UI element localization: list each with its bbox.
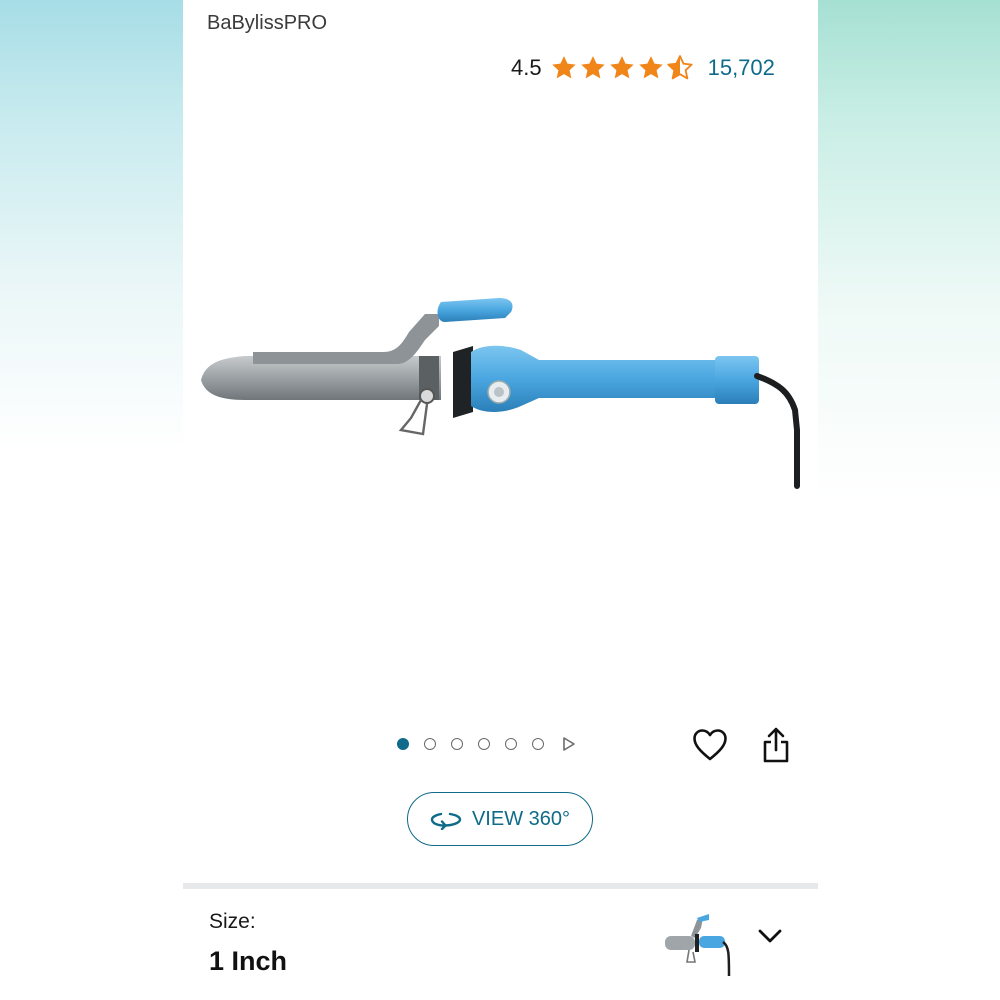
size-label: Size:: [209, 910, 256, 933]
carousel-dot[interactable]: [424, 738, 436, 750]
star-icon: [609, 56, 634, 79]
size-option-thumbnail[interactable]: [661, 906, 733, 980]
background-glow-right: [817, 0, 1000, 1000]
star-icon: [551, 56, 576, 79]
rating-row[interactable]: 4.5 15,702: [511, 50, 775, 86]
view-360-label: VIEW 360°: [471, 807, 571, 830]
heart-icon[interactable]: [692, 728, 728, 762]
view-360-button[interactable]: VIEW 360°: [407, 792, 593, 846]
share-icon[interactable]: [761, 726, 791, 764]
carousel-dot-active[interactable]: [397, 738, 409, 750]
rating-value: 4.5: [511, 55, 542, 80]
image-carousel-indicator: [397, 736, 577, 752]
carousel-dot[interactable]: [451, 738, 463, 750]
section-divider: [183, 883, 818, 889]
size-selected-value[interactable]: 1 Inch: [209, 946, 287, 977]
chevron-down-icon[interactable]: [757, 926, 783, 946]
rotate-360-icon: [430, 812, 462, 830]
carousel-dot[interactable]: [532, 738, 544, 750]
review-count[interactable]: 15,702: [708, 55, 775, 81]
brand-link[interactable]: BaBylissPRO: [207, 12, 327, 35]
star-icon: [580, 56, 605, 79]
carousel-dot[interactable]: [505, 738, 517, 750]
play-triangle-icon[interactable]: [561, 736, 577, 752]
star-icon: [638, 56, 663, 79]
product-panel: BaBylissPRO 4.5 15,702 VIEW 360° Size: 1…: [183, 0, 818, 1000]
carousel-dot[interactable]: [478, 738, 490, 750]
product-image-curling-iron[interactable]: [183, 280, 818, 510]
half-star-icon: [666, 55, 693, 80]
star-rating: [550, 54, 694, 82]
